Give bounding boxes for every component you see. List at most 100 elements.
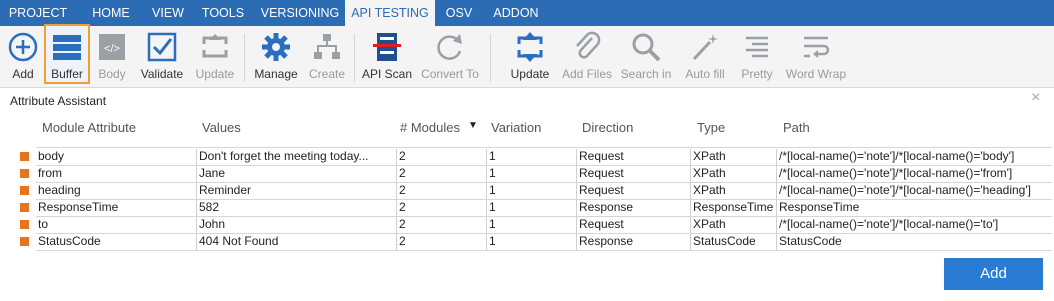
buffer-button-label: Buffer xyxy=(51,67,83,81)
cell-values: Don't forget the meeting today... xyxy=(196,149,396,165)
table-row[interactable]: heading Reminder 2 1 Request XPath /*[lo… xyxy=(0,182,1054,199)
cell-modules: 2 xyxy=(396,166,486,182)
column-header-variation[interactable]: Variation xyxy=(491,120,541,136)
paperclip-icon xyxy=(576,31,601,59)
pretty-button[interactable]: Pretty xyxy=(736,26,778,88)
convert-to-button[interactable]: Convert To xyxy=(416,26,484,88)
column-header-type[interactable]: Type xyxy=(697,120,725,136)
cell-values: Jane xyxy=(196,166,396,182)
update-button-1[interactable]: Update xyxy=(192,26,238,88)
body-button[interactable]: </> Body xyxy=(92,26,132,88)
cell-type: XPath xyxy=(690,166,776,182)
cell-path: /*[local-name()='note']/*[local-name()='… xyxy=(776,166,1052,182)
network-icon xyxy=(314,34,340,59)
column-header-direction[interactable]: Direction xyxy=(582,120,633,136)
update-button-2[interactable]: Update xyxy=(506,26,554,88)
update-arrows-icon xyxy=(202,34,228,58)
tab-addon[interactable]: ADDON xyxy=(490,0,542,26)
api-scan-button-label: API Scan xyxy=(361,67,413,81)
cell-path: /*[local-name()='note']/*[local-name()='… xyxy=(776,183,1052,199)
cell-type: XPath xyxy=(690,217,776,233)
table-row[interactable]: from Jane 2 1 Request XPath /*[local-nam… xyxy=(0,165,1054,182)
ribbon-separator xyxy=(490,34,491,82)
column-header-modules[interactable]: # Modules xyxy=(400,120,460,136)
search-icon xyxy=(632,33,661,62)
cell-attribute: body xyxy=(38,149,65,163)
table-row[interactable]: body Don't forget the meeting today... 2… xyxy=(0,148,1054,165)
body-button-label: Body xyxy=(98,67,126,81)
add-button[interactable]: Add xyxy=(4,26,42,88)
cell-attribute: ResponseTime xyxy=(38,200,119,214)
column-header-module-attribute[interactable]: Module Attribute xyxy=(42,120,136,136)
cell-attribute: from xyxy=(38,166,62,180)
create-button-label: Create xyxy=(308,67,346,81)
cell-direction: Response xyxy=(576,200,690,216)
api-scan-button[interactable]: API Scan xyxy=(360,26,414,88)
cell-attribute: heading xyxy=(38,183,81,197)
cell-modules: 2 xyxy=(396,149,486,165)
tab-tools[interactable]: TOOLS xyxy=(198,0,248,26)
cell-variation: 1 xyxy=(486,166,576,182)
search-in-button[interactable]: Search in xyxy=(618,26,674,88)
row-divider xyxy=(36,250,1052,251)
cell-path: /*[local-name()='note']/*[local-name()='… xyxy=(776,149,1052,165)
buffer-stack-icon xyxy=(53,35,81,60)
cell-direction: Response xyxy=(576,234,690,250)
manage-button-label: Manage xyxy=(254,67,298,81)
create-button[interactable]: Create xyxy=(304,26,350,88)
svg-text:</>: </> xyxy=(104,43,120,55)
magic-wand-icon xyxy=(692,34,718,61)
close-icon[interactable]: × xyxy=(1031,89,1040,107)
cell-variation: 1 xyxy=(486,200,576,216)
cell-direction: Request xyxy=(576,149,690,165)
gear-icon xyxy=(262,33,290,61)
row-marker-icon xyxy=(20,237,29,246)
buffer-button[interactable]: Buffer xyxy=(44,24,90,84)
validate-button[interactable]: Validate xyxy=(136,26,188,88)
cell-direction: Request xyxy=(576,217,690,233)
add-attributes-button[interactable]: Add xyxy=(944,258,1043,290)
api-scan-icon xyxy=(373,33,401,61)
cell-values: 582 xyxy=(196,200,396,216)
word-wrap-icon xyxy=(804,36,830,58)
cell-values: 404 Not Found xyxy=(196,234,396,250)
cell-values: Reminder xyxy=(196,183,396,199)
add-files-button[interactable]: Add Files xyxy=(558,26,616,88)
cell-values: John xyxy=(196,217,396,233)
cell-variation: 1 xyxy=(486,234,576,250)
ribbon-separator xyxy=(354,34,355,82)
tab-osv[interactable]: OSV xyxy=(442,0,476,26)
plus-circle-icon xyxy=(8,32,38,62)
tab-project[interactable]: PROJECT xyxy=(8,0,68,26)
checkbox-icon xyxy=(147,32,177,62)
word-wrap-button-label: Word Wrap xyxy=(785,67,847,81)
tab-api-testing[interactable]: API TESTING xyxy=(345,0,435,27)
table-row[interactable]: StatusCode 404 Not Found 2 1 Response St… xyxy=(0,233,1054,250)
tab-versioning[interactable]: VERSIONING xyxy=(258,0,342,26)
update-button-2-label: Update xyxy=(510,67,550,81)
column-header-values[interactable]: Values xyxy=(202,120,241,136)
update-button-1-label: Update xyxy=(195,67,235,81)
add-files-button-label: Add Files xyxy=(561,67,613,81)
cell-modules: 2 xyxy=(396,183,486,199)
sort-desc-icon: ▼ xyxy=(468,120,478,131)
manage-button[interactable]: Manage xyxy=(250,26,302,88)
table-row[interactable]: ResponseTime 582 2 1 Response ResponseTi… xyxy=(0,199,1054,216)
word-wrap-button[interactable]: Word Wrap xyxy=(782,26,850,88)
row-marker-icon xyxy=(20,203,29,212)
cell-direction: Request xyxy=(576,183,690,199)
auto-fill-button[interactable]: Auto fill xyxy=(678,26,732,88)
pretty-button-label: Pretty xyxy=(741,67,773,81)
tab-home[interactable]: HOME xyxy=(86,0,136,26)
cell-modules: 2 xyxy=(396,200,486,216)
cell-type: ResponseTime xyxy=(690,200,776,216)
table-row[interactable]: to John 2 1 Request XPath /*[local-name(… xyxy=(0,216,1054,233)
cell-modules: 2 xyxy=(396,217,486,233)
cell-path: ResponseTime xyxy=(776,200,1052,216)
row-marker-icon xyxy=(20,169,29,178)
tab-view[interactable]: VIEW xyxy=(146,0,190,26)
cell-variation: 1 xyxy=(486,149,576,165)
cell-variation: 1 xyxy=(486,183,576,199)
align-lines-icon xyxy=(746,36,768,58)
column-header-path[interactable]: Path xyxy=(783,120,810,136)
